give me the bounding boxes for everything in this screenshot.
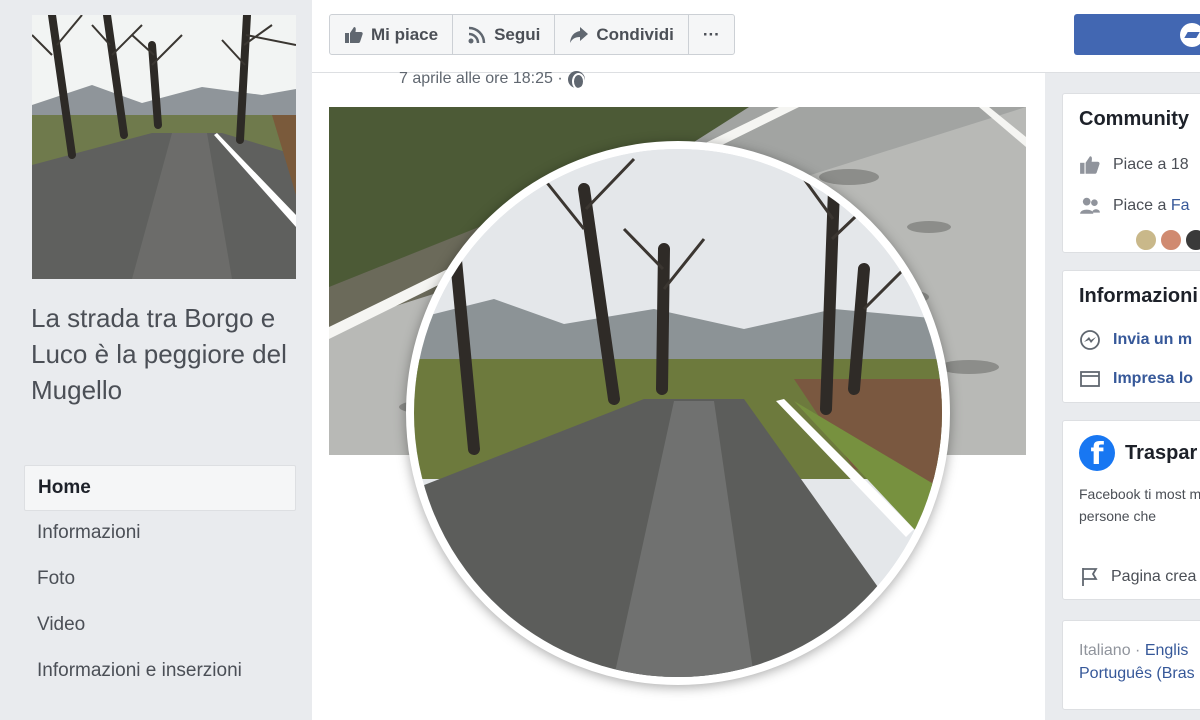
messenger-button[interactable] xyxy=(1074,14,1200,55)
flag-icon xyxy=(1082,568,1098,586)
avatar[interactable] xyxy=(1185,229,1200,251)
messenger-icon xyxy=(1080,330,1100,350)
nav-item-foto[interactable]: Foto xyxy=(24,557,296,603)
left-column: La strada tra Borgo e Luco è la peggiore… xyxy=(0,0,312,720)
post-photo-circle[interactable] xyxy=(406,141,950,685)
globe-icon xyxy=(567,70,585,90)
language-link-portuguese[interactable]: Português (Bras xyxy=(1079,665,1195,682)
language-list: Italiano · Englis Português (Bras xyxy=(1079,639,1195,685)
friend-link[interactable]: Fa xyxy=(1171,197,1190,214)
nav-item-home[interactable]: Home xyxy=(24,465,296,511)
business-row[interactable]: Impresa lo xyxy=(1079,368,1193,390)
likes-count: Piace a 18 xyxy=(1113,156,1189,173)
road-photo-thumbnail xyxy=(32,15,296,279)
page-created-row[interactable]: Pagina crea xyxy=(1079,566,1196,588)
avatar[interactable] xyxy=(1160,229,1182,251)
page-nav: Home Informazioni Foto Video Informazion… xyxy=(24,465,296,695)
profile-picture[interactable] xyxy=(32,15,296,279)
nav-item-informazioni[interactable]: Informazioni xyxy=(24,511,296,557)
info-card: Informazioni Invia un m Impresa lo xyxy=(1062,270,1200,403)
share-arrow-icon xyxy=(570,26,589,43)
page-actions: Mi piace Segui Condividi ··· xyxy=(329,14,735,55)
right-column: Community Piace a 18 Piace a Fa Informaz… xyxy=(1045,73,1200,720)
thumbs-up-icon xyxy=(345,26,363,43)
share-button[interactable]: Condividi xyxy=(555,15,689,54)
like-label: Mi piace xyxy=(371,24,439,44)
follow-label: Segui xyxy=(494,24,541,44)
post-timestamp[interactable]: 7 aprile alle ore 18:25 · xyxy=(399,70,585,90)
likes-row: Piace a 18 xyxy=(1079,154,1189,176)
info-title: Informazioni xyxy=(1079,285,1198,307)
transparency-card: f Traspar Facebook ti most meglio lo sco… xyxy=(1062,420,1200,600)
like-button[interactable]: Mi piace xyxy=(330,15,454,54)
transparency-description: Facebook ti most meglio lo scopo c dalle… xyxy=(1079,486,1200,524)
nav-item-video[interactable]: Video xyxy=(24,603,296,649)
share-label: Condividi xyxy=(596,24,674,44)
people-icon xyxy=(1080,197,1100,214)
friend-avatars xyxy=(1135,229,1200,251)
transparency-title: Traspar xyxy=(1125,441,1198,464)
page-created-text: Pagina crea xyxy=(1111,568,1197,585)
storefront-icon xyxy=(1080,371,1100,387)
community-card: Community Piace a 18 Piace a Fa xyxy=(1062,93,1200,253)
nav-item-ads[interactable]: Informazioni e inserzioni xyxy=(24,649,296,695)
more-icon: ··· xyxy=(702,24,720,44)
friends-prefix: Piace a xyxy=(1113,197,1167,214)
languages-card: Italiano · Englis Português (Bras xyxy=(1062,620,1200,710)
community-title: Community xyxy=(1079,108,1189,130)
avatar[interactable] xyxy=(1135,229,1157,251)
follow-button[interactable]: Segui xyxy=(453,15,556,54)
timestamp-text: 7 aprile alle ore 18:25 · xyxy=(399,70,563,87)
page-title: La strada tra Borgo e Luco è la peggiore… xyxy=(31,303,287,405)
language-link-english[interactable]: Englis xyxy=(1145,642,1189,659)
facebook-logo-icon: f xyxy=(1079,435,1115,472)
rss-icon xyxy=(468,26,486,43)
more-button[interactable]: ··· xyxy=(689,15,734,54)
send-message-link[interactable]: Invia un m xyxy=(1113,331,1192,349)
road-photo xyxy=(414,149,942,677)
messenger-icon xyxy=(1180,23,1200,47)
thumbs-up-icon xyxy=(1080,156,1100,174)
transparency-header: f Traspar xyxy=(1079,435,1198,472)
current-language: Italiano · xyxy=(1079,642,1141,659)
business-link[interactable]: Impresa lo xyxy=(1113,370,1193,388)
send-message-row[interactable]: Invia un m xyxy=(1079,329,1192,351)
friends-like-row: Piace a Fa xyxy=(1079,195,1190,217)
